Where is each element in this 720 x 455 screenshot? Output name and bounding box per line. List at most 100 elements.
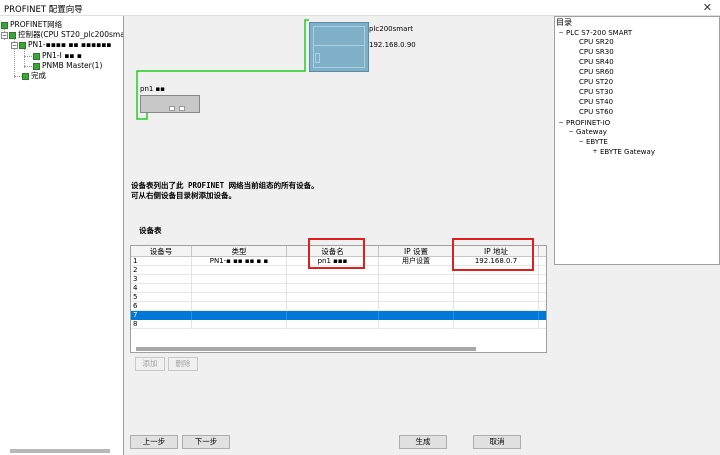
horizontal-scrollbar[interactable] — [10, 449, 110, 453]
table-cell-ip[interactable] — [454, 320, 539, 329]
table-cell-ip[interactable] — [454, 275, 539, 284]
table-cell-no[interactable]: 5 — [131, 293, 192, 302]
table-cell-no[interactable]: 3 — [131, 275, 192, 284]
catalog-node-profinet-io[interactable]: − PROFINET-IO — [558, 119, 610, 128]
tree-node-controller[interactable]: − 控制器(CPU ST20_plc200smart) — [1, 30, 124, 40]
table-cell-ip-setting[interactable] — [379, 266, 454, 275]
catalog-item-cpu[interactable]: CPU SR60 — [579, 68, 614, 77]
add-button[interactable]: 添加 — [135, 357, 165, 371]
catalog-item-cpu[interactable]: CPU SR30 — [579, 48, 614, 57]
collapse-icon[interactable]: − — [1, 31, 8, 39]
column-header[interactable]: 设备号 — [131, 246, 192, 257]
table-cell-ip[interactable] — [454, 311, 539, 320]
check-icon — [1, 21, 8, 29]
column-header[interactable]: 类型 — [192, 246, 287, 257]
empty-panel — [554, 266, 720, 455]
table-cell-ip-setting[interactable] — [379, 320, 454, 329]
column-header[interactable]: IP 设置 — [379, 246, 454, 257]
catalog-node-plc[interactable]: − PLC S7-200 SMART — [558, 29, 632, 38]
tree-node-device[interactable]: − PN1-▪▪▪▪ ▪▪ ▪▪▪▪▪▪ — [11, 40, 111, 50]
table-cell-no[interactable]: 8 — [131, 320, 192, 329]
collapse-icon[interactable]: − — [558, 120, 564, 126]
tree-label: PROFINET网络 — [10, 20, 63, 29]
table-cell-type[interactable] — [192, 320, 287, 329]
table-cell-ip-setting[interactable] — [379, 302, 454, 311]
collapse-icon[interactable]: − — [11, 41, 18, 49]
catalog-label: Gateway — [576, 128, 607, 136]
catalog-node-ebyte[interactable]: − EBYTE — [578, 138, 607, 147]
catalog-item-cpu[interactable]: CPU ST30 — [579, 88, 613, 97]
table-row[interactable]: 6 — [131, 302, 546, 311]
table-cell-ip-setting[interactable] — [379, 284, 454, 293]
table-cell-name[interactable] — [287, 275, 379, 284]
cancel-button[interactable]: 取消 — [473, 435, 521, 449]
highlight-ip-address — [452, 238, 534, 271]
expand-icon[interactable]: + — [592, 149, 598, 155]
close-icon[interactable]: ✕ — [703, 1, 712, 14]
catalog-item-cpu[interactable]: CPU ST60 — [579, 108, 613, 117]
table-cell-no[interactable]: 4 — [131, 284, 192, 293]
table-cell-name[interactable] — [287, 302, 379, 311]
table-cell-type[interactable] — [192, 293, 287, 302]
table-cell-type[interactable]: PN1-▪ ▪▪ ▪▪ ▪ ▪ — [192, 257, 287, 266]
generate-button[interactable]: 生成 — [399, 435, 447, 449]
catalog-title: 目录 — [556, 18, 572, 27]
catalog-item-cpu[interactable]: CPU ST40 — [579, 98, 613, 107]
title-bar: PROFINET 配置向导 ✕ — [0, 0, 720, 16]
tree-label: PN1-▪▪▪▪ ▪▪ ▪▪▪▪▪▪ — [28, 40, 112, 49]
table-cell-name[interactable] — [287, 311, 379, 320]
catalog-node-gateway[interactable]: − Gateway — [568, 128, 607, 137]
description-line: 可从右侧设备目录树添加设备。 — [131, 191, 236, 200]
io-device-icon[interactable] — [140, 95, 200, 113]
table-row[interactable]: 7 — [131, 311, 546, 320]
tree-node-device-module[interactable]: PN1-I ▪▪ ▪ — [33, 51, 82, 61]
next-button[interactable]: 下一步 — [182, 435, 230, 449]
table-horizontal-scrollbar[interactable] — [136, 347, 476, 351]
plc-device-icon[interactable] — [309, 22, 369, 72]
table-cell-type[interactable] — [192, 302, 287, 311]
collapse-icon[interactable]: − — [568, 129, 574, 135]
table-row[interactable]: 3 — [131, 275, 546, 284]
table-cell-ip[interactable] — [454, 284, 539, 293]
collapse-icon[interactable]: − — [558, 30, 564, 36]
delete-button[interactable]: 删除 — [168, 357, 198, 371]
catalog-item-cpu[interactable]: CPU SR20 — [579, 38, 614, 47]
table-cell-name[interactable] — [287, 284, 379, 293]
tree-label: 完成 — [31, 71, 46, 80]
prev-button[interactable]: 上一步 — [130, 435, 178, 449]
table-row[interactable]: 5 — [131, 293, 546, 302]
catalog-item-cpu[interactable]: CPU SR40 — [579, 58, 614, 67]
table-row[interactable]: 4 — [131, 284, 546, 293]
collapse-icon[interactable]: − — [578, 139, 584, 145]
table-cell-type[interactable] — [192, 284, 287, 293]
device-table-title: 设备表 — [139, 226, 162, 235]
table-cell-type[interactable] — [192, 275, 287, 284]
table-cell-ip-setting[interactable] — [379, 293, 454, 302]
wizard-nav-tree: PROFINET网络 − 控制器(CPU ST20_plc200smart) − P… — [0, 16, 124, 455]
catalog-item-ebyte-gateway[interactable]: + EBYTE Gateway — [592, 148, 655, 157]
network-view: plc200smart 192.168.0.90 pn1 ▪▪ — [125, 16, 553, 176]
table-cell-ip-setting[interactable] — [379, 275, 454, 284]
check-icon — [33, 52, 40, 60]
table-cell-name[interactable] — [287, 293, 379, 302]
table-cell-ip[interactable] — [454, 302, 539, 311]
tree-node-pnmb-master[interactable]: PNMB Master(1) — [33, 61, 102, 71]
catalog-label: EBYTE Gateway — [600, 148, 655, 156]
table-cell-ip-setting[interactable] — [379, 311, 454, 320]
table-cell-no[interactable]: 1 — [131, 257, 192, 266]
tree-label: 控制器(CPU ST20_plc200smart) — [18, 30, 124, 39]
check-icon — [9, 31, 16, 39]
catalog-label: PROFINET-IO — [566, 119, 611, 127]
tree-node-finish[interactable]: 完成 — [22, 71, 46, 81]
table-cell-no[interactable]: 2 — [131, 266, 192, 275]
table-cell-type[interactable] — [192, 266, 287, 275]
table-cell-ip[interactable] — [454, 293, 539, 302]
table-cell-no[interactable]: 6 — [131, 302, 192, 311]
table-cell-ip-setting[interactable]: 用户设置 — [379, 257, 454, 266]
catalog-item-cpu[interactable]: CPU ST20 — [579, 78, 613, 87]
table-row[interactable]: 8 — [131, 320, 546, 329]
table-cell-type[interactable] — [192, 311, 287, 320]
tree-node-network[interactable]: PROFINET网络 — [1, 20, 62, 30]
table-cell-no[interactable]: 7 — [131, 311, 192, 320]
table-cell-name[interactable] — [287, 320, 379, 329]
